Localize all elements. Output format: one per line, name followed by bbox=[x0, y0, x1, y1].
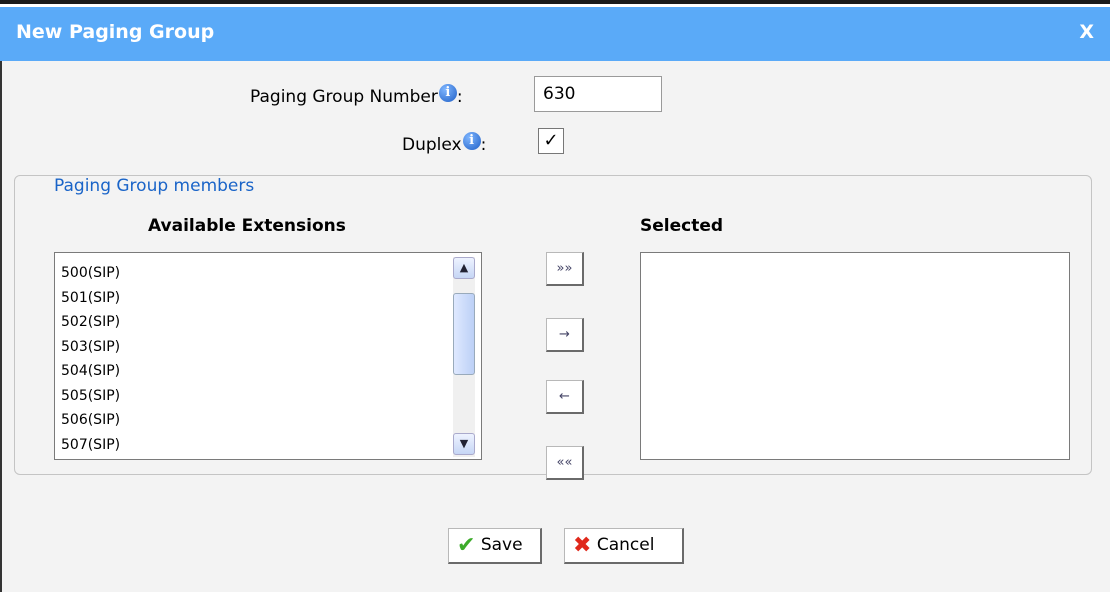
duplex-checkbox[interactable]: ✓ bbox=[538, 128, 564, 154]
available-extensions-header: Available Extensions bbox=[148, 216, 346, 236]
info-icon[interactable]: i bbox=[438, 84, 457, 102]
top-border bbox=[0, 0, 1110, 4]
colon: : bbox=[456, 87, 463, 107]
add-all-button[interactable]: »» bbox=[546, 252, 584, 286]
paging-group-number-text: Paging Group Number bbox=[250, 87, 438, 107]
selected-extensions-items bbox=[641, 253, 1069, 261]
scroll-up-icon[interactable]: ▲ bbox=[453, 257, 475, 279]
list-item[interactable]: 504(SIP) bbox=[61, 359, 481, 384]
save-label: Save bbox=[480, 535, 523, 555]
add-selected-button[interactable]: → bbox=[546, 318, 584, 352]
remove-selected-button[interactable]: ← bbox=[546, 380, 584, 414]
available-extensions-list[interactable]: 500(SIP) 501(SIP) 502(SIP) 503(SIP) 504(SIP)… bbox=[54, 252, 482, 460]
paging-group-number-label: Paging Group Number i: bbox=[250, 84, 463, 107]
scrollbar[interactable]: ▲ ▼ bbox=[453, 257, 475, 457]
cancel-button[interactable]: ✖ Cancel bbox=[564, 528, 684, 564]
dialog-titlebar: New Paging Group X bbox=[0, 7, 1110, 61]
scroll-down-icon[interactable]: ▼ bbox=[453, 433, 475, 455]
list-item[interactable]: 502(SIP) bbox=[61, 310, 481, 335]
check-icon: ✔ bbox=[457, 533, 476, 558]
list-item[interactable]: 500(SIP) bbox=[61, 261, 481, 286]
list-item[interactable]: 501(SIP) bbox=[61, 286, 481, 311]
list-item[interactable]: 506(SIP) bbox=[61, 408, 481, 433]
cancel-label: Cancel bbox=[596, 535, 655, 555]
available-extensions-items: 500(SIP) 501(SIP) 502(SIP) 503(SIP) 504(SIP)… bbox=[55, 253, 481, 457]
info-icon[interactable]: i bbox=[462, 132, 481, 150]
colon: : bbox=[480, 135, 487, 155]
list-item[interactable]: 503(SIP) bbox=[61, 335, 481, 360]
list-item[interactable]: 507(SIP) bbox=[61, 433, 481, 458]
selected-extensions-list[interactable] bbox=[640, 252, 1070, 460]
checkmark-icon: ✓ bbox=[543, 130, 559, 151]
paging-group-number-input[interactable]: 630 bbox=[534, 76, 662, 112]
close-button[interactable]: X bbox=[1079, 21, 1094, 43]
paging-group-members-legend: Paging Group members bbox=[48, 176, 261, 196]
remove-all-button[interactable]: «« bbox=[546, 446, 584, 480]
selected-header: Selected bbox=[640, 216, 724, 236]
duplex-text: Duplex bbox=[402, 135, 462, 155]
scroll-thumb[interactable] bbox=[453, 293, 475, 375]
duplex-label: Duplex i: bbox=[402, 132, 486, 155]
list-item[interactable]: 505(SIP) bbox=[61, 384, 481, 409]
dialog-title: New Paging Group bbox=[16, 21, 215, 43]
save-button[interactable]: ✔ Save bbox=[448, 528, 542, 564]
x-icon: ✖ bbox=[573, 533, 592, 558]
